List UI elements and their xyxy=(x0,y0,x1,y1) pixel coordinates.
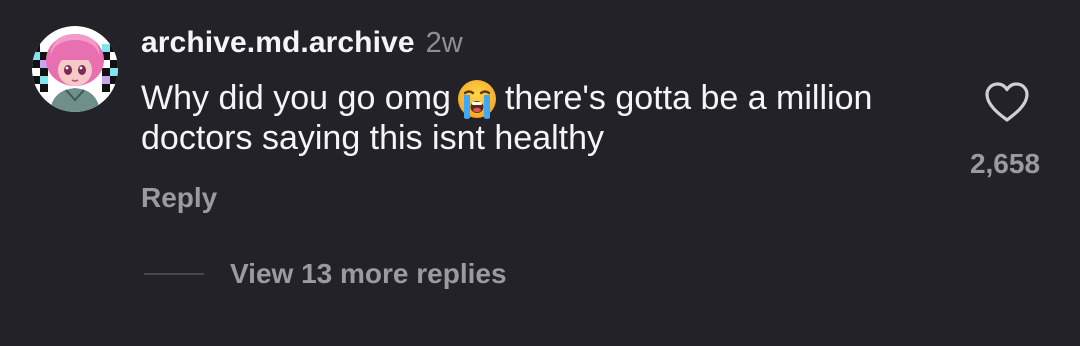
username[interactable]: archive.md.archive xyxy=(141,26,415,60)
reply-button[interactable]: Reply xyxy=(141,182,217,214)
timestamp: 2w xyxy=(425,27,463,59)
comment-item: archive.md.archive 2w Why did you go omg xyxy=(0,0,1080,346)
comment-header: archive.md.archive 2w xyxy=(141,26,463,62)
like-section: 2,658 xyxy=(945,76,1065,186)
comment-text: Why did you go omg there's gotta be a mi… xyxy=(141,78,931,158)
replies-divider xyxy=(144,273,204,275)
anime-avatar-icon xyxy=(32,26,118,112)
heart-icon[interactable] xyxy=(983,80,1031,124)
loudly-crying-face-emoji xyxy=(455,78,499,119)
comment-text-start: Why did you go omg xyxy=(141,79,451,117)
view-replies-label: View 13 more replies xyxy=(230,258,507,289)
like-count: 2,658 xyxy=(969,148,1041,179)
avatar[interactable] xyxy=(32,26,118,112)
view-replies-button[interactable]: View 13 more replies xyxy=(144,254,507,294)
